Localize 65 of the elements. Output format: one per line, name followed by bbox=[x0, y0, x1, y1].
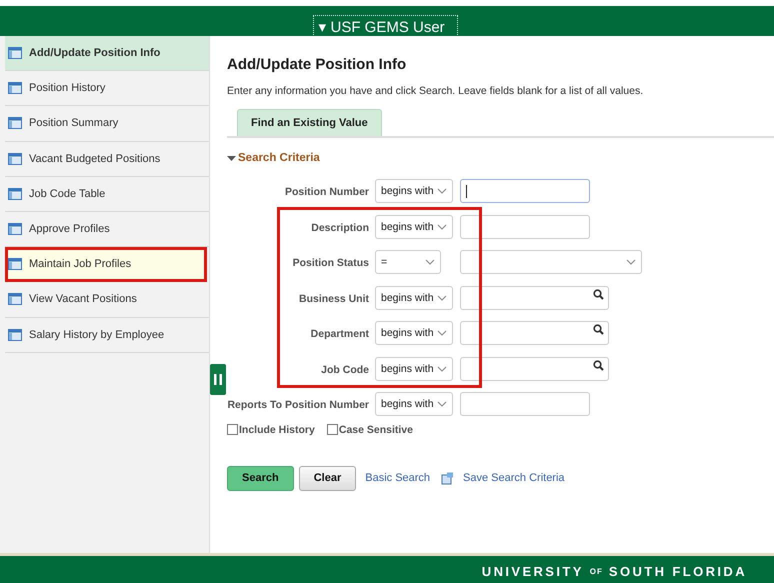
field-label: Business Unit bbox=[298, 292, 370, 304]
page-icon bbox=[8, 152, 22, 165]
logo-text: SOUTH FLORIDA bbox=[608, 564, 747, 578]
sidebar-item[interactable]: Job Code Table bbox=[5, 176, 209, 212]
checkbox-option[interactable]: Include History bbox=[227, 424, 315, 436]
sidebar-item[interactable]: View Vacant Positions bbox=[5, 282, 209, 318]
chevron-icon bbox=[437, 188, 447, 194]
search-icon[interactable] bbox=[593, 360, 604, 370]
page-icon bbox=[8, 82, 22, 94]
field-label: Department bbox=[310, 327, 370, 340]
basic-search-link[interactable]: Basic Search bbox=[365, 472, 430, 484]
operator-dropdown[interactable]: begins with bbox=[375, 286, 453, 310]
chevron-icon bbox=[437, 224, 447, 230]
search-icon[interactable] bbox=[593, 324, 604, 335]
chevron-icon bbox=[425, 259, 435, 265]
page-icon bbox=[8, 258, 22, 270]
triangle-icon bbox=[227, 154, 236, 162]
input-field[interactable] bbox=[460, 179, 590, 203]
lookup-field[interactable] bbox=[460, 356, 609, 380]
sidebar-item[interactable]: Vacant Budgeted Positions bbox=[5, 142, 209, 177]
page-icon bbox=[8, 328, 22, 341]
sidebar-item[interactable]: Maintain Job Profiles bbox=[5, 247, 207, 282]
operator-dropdown[interactable]: begins with bbox=[375, 321, 453, 345]
user-menu[interactable]: ▾ USF GEMS User bbox=[313, 15, 458, 36]
collapse-handle[interactable] bbox=[210, 364, 226, 395]
operator-dropdown[interactable]: begins with bbox=[375, 392, 453, 416]
clear-button[interactable]: Clear bbox=[298, 466, 356, 490]
page-icon bbox=[8, 293, 22, 306]
save-criteria-link[interactable]: Save Search Criteria bbox=[463, 472, 565, 484]
field-label: Reports To Position Number bbox=[227, 398, 370, 411]
operator-dropdown[interactable]: begins with bbox=[375, 214, 453, 238]
chevron-icon bbox=[626, 259, 636, 265]
chevron-icon bbox=[437, 330, 447, 336]
page-icon bbox=[8, 117, 22, 130]
lookup-field[interactable] bbox=[460, 321, 609, 345]
page-icon bbox=[8, 188, 22, 200]
page-title: Add/Update Position Info bbox=[227, 56, 408, 73]
input-field[interactable] bbox=[460, 214, 590, 238]
section-toggle[interactable]: Search Criteria bbox=[227, 152, 774, 164]
chevron-icon bbox=[437, 294, 447, 300]
field-label: Position Status bbox=[292, 256, 370, 269]
field-label: Position Number bbox=[284, 185, 370, 198]
operator-dropdown[interactable]: begins with bbox=[375, 356, 453, 380]
chevron-icon bbox=[437, 401, 447, 407]
input-field[interactable] bbox=[460, 392, 590, 416]
save-icon bbox=[441, 472, 454, 484]
sidebar-item[interactable]: Salary History by Employee bbox=[5, 318, 209, 353]
operator-dropdown[interactable]: = bbox=[375, 250, 441, 274]
field-label: Description bbox=[310, 220, 370, 234]
chevron-icon bbox=[437, 366, 447, 372]
operator-dropdown[interactable]: begins with bbox=[375, 179, 453, 203]
sidebar-item[interactable]: Position Summary bbox=[5, 106, 209, 142]
page-icon bbox=[8, 223, 22, 236]
sidebar-item[interactable]: Position History bbox=[5, 71, 209, 106]
logo-text: OF bbox=[590, 566, 603, 576]
logo-text: UNIVERSITY bbox=[482, 564, 584, 578]
lookup-field[interactable] bbox=[460, 286, 609, 310]
tab[interactable]: Find an Existing Value bbox=[237, 109, 382, 136]
search-icon[interactable] bbox=[593, 288, 604, 300]
checkbox-option[interactable]: Case Sensitive bbox=[326, 424, 413, 436]
instructions: Enter any information you have and click Search. Leave fields blank for a list of all values. bbox=[227, 85, 644, 97]
page-icon bbox=[8, 47, 22, 60]
sidebar-item[interactable]: Add/Update Position Info bbox=[5, 36, 209, 72]
search-button[interactable]: Search bbox=[227, 466, 294, 490]
field-label: Job Code bbox=[320, 362, 370, 376]
